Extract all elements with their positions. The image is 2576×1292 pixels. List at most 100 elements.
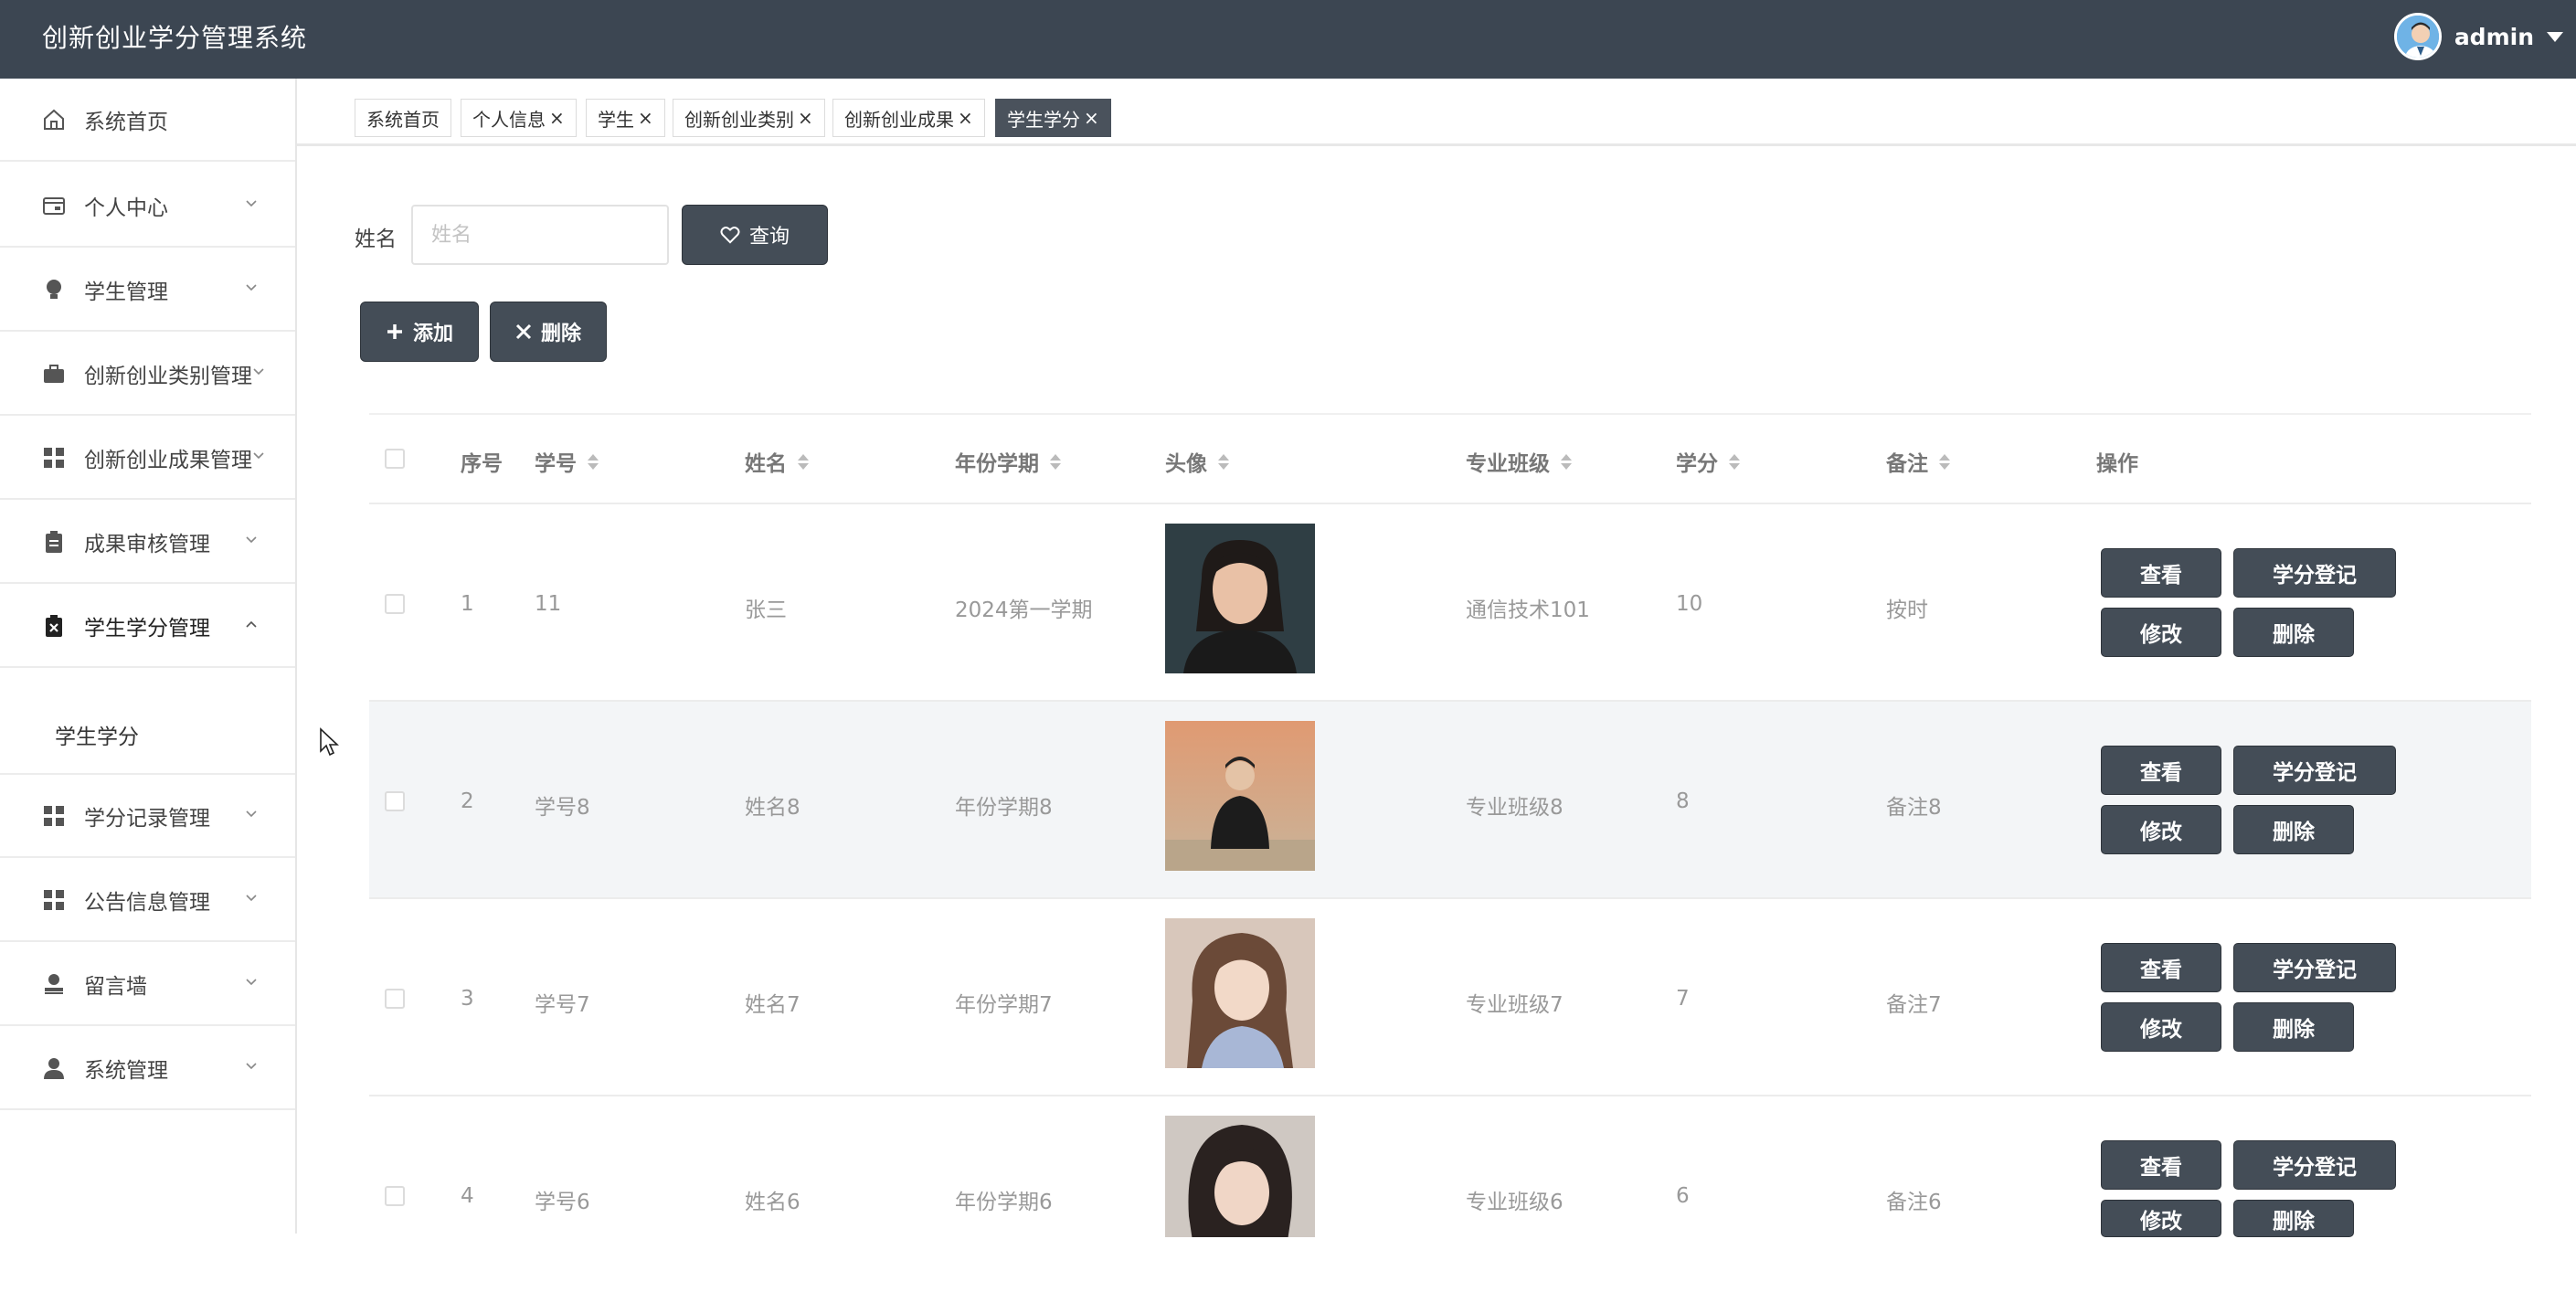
credit-register-button[interactable]: 学分登记 bbox=[2233, 1140, 2396, 1190]
col-term[interactable]: 年份学期 bbox=[955, 446, 1061, 477]
tab-label: 系统首页 bbox=[366, 108, 440, 131]
username[interactable]: admin bbox=[2454, 24, 2534, 50]
table-row: 2 学号8 姓名8 年份学期8 专业班级8 8 备注8 查看 学分登记 修改 删… bbox=[369, 700, 2531, 897]
sort-icon[interactable] bbox=[1050, 453, 1061, 470]
sidebar-item-credit-record[interactable]: 学分记录管理 bbox=[0, 775, 295, 858]
edit-button[interactable]: 修改 bbox=[2101, 1002, 2221, 1052]
view-button[interactable]: 查看 bbox=[2101, 746, 2221, 795]
delete-button[interactable]: 删除 bbox=[2233, 805, 2354, 854]
cell-student-no: 学号8 bbox=[535, 796, 590, 820]
student-photo[interactable] bbox=[1165, 1116, 1315, 1237]
cell-index: 2 bbox=[461, 789, 474, 813]
sidebar-item-system[interactable]: 系统管理 bbox=[0, 1027, 295, 1110]
tab-personal-info[interactable]: 个人信息 × bbox=[461, 99, 577, 137]
cell-class: 通信技术101 bbox=[1466, 598, 1590, 622]
batch-delete-button[interactable]: 删除 bbox=[490, 302, 607, 362]
tab-label: 创新创业成果 bbox=[844, 108, 954, 131]
cell-credit: 10 bbox=[1676, 592, 1703, 616]
edit-button[interactable]: 修改 bbox=[2101, 805, 2221, 854]
sort-icon[interactable] bbox=[798, 453, 809, 470]
search-input[interactable] bbox=[411, 205, 669, 265]
col-student-no[interactable]: 学号 bbox=[535, 446, 599, 477]
sort-icon[interactable] bbox=[1561, 453, 1572, 470]
sidebar-item-home[interactable]: 系统首页 bbox=[0, 79, 295, 162]
tab-label: 个人信息 bbox=[472, 108, 546, 131]
edit-button[interactable]: 修改 bbox=[2101, 1200, 2221, 1237]
clipboard-x-icon bbox=[40, 612, 68, 640]
sidebar-item-review[interactable]: 成果审核管理 bbox=[0, 501, 295, 584]
row-checkbox[interactable] bbox=[385, 594, 405, 614]
close-icon[interactable]: × bbox=[638, 107, 653, 129]
view-button[interactable]: 查看 bbox=[2101, 548, 2221, 598]
sidebar-item-students[interactable]: 学生管理 bbox=[0, 249, 295, 332]
sort-icon[interactable] bbox=[588, 453, 599, 470]
cell-credit: 7 bbox=[1676, 987, 1690, 1011]
view-button[interactable]: 查看 bbox=[2101, 1140, 2221, 1190]
query-button[interactable]: 查询 bbox=[682, 205, 828, 265]
user-icon bbox=[40, 1054, 68, 1082]
sidebar-item-achievement[interactable]: 创新创业成果管理 bbox=[0, 417, 295, 500]
edit-button[interactable]: 修改 bbox=[2101, 608, 2221, 657]
grid-icon bbox=[40, 886, 68, 914]
cell-credit: 6 bbox=[1676, 1184, 1690, 1208]
grid-icon bbox=[40, 444, 68, 471]
sidebar-item-personal[interactable]: 个人中心 bbox=[0, 164, 295, 248]
tab-category[interactable]: 创新创业类别 × bbox=[673, 99, 825, 137]
delete-button[interactable]: 删除 bbox=[2233, 608, 2354, 657]
add-button[interactable]: 添加 bbox=[360, 302, 479, 362]
user-avatar[interactable] bbox=[2393, 13, 2442, 60]
sidebar-item-label: 公告信息管理 bbox=[84, 890, 210, 915]
grid-icon bbox=[40, 802, 68, 830]
tab-bar: 系统首页 个人信息 × 学生 × 创新创业类别 × 创新创业成果 × 学生学分 × bbox=[297, 79, 2576, 146]
cell-class: 专业班级6 bbox=[1466, 1191, 1564, 1214]
sort-icon[interactable] bbox=[1218, 453, 1229, 470]
col-credit[interactable]: 学分 bbox=[1676, 446, 1740, 477]
col-remark[interactable]: 备注 bbox=[1886, 446, 1950, 477]
tab-home[interactable]: 系统首页 bbox=[355, 99, 451, 137]
top-bar: 创新创业学分管理系统 admin bbox=[0, 0, 2576, 79]
student-photo[interactable] bbox=[1165, 524, 1315, 673]
cell-index: 1 bbox=[461, 592, 474, 616]
cell-term: 年份学期7 bbox=[955, 993, 1053, 1017]
student-photo[interactable] bbox=[1165, 721, 1315, 871]
view-button[interactable]: 查看 bbox=[2101, 943, 2221, 992]
delete-button[interactable]: 删除 bbox=[2233, 1200, 2354, 1237]
cell-name: 姓名8 bbox=[745, 796, 800, 820]
close-icon[interactable]: × bbox=[958, 107, 973, 129]
tab-student[interactable]: 学生 × bbox=[586, 99, 665, 137]
row-checkbox[interactable] bbox=[385, 1186, 405, 1206]
sidebar-item-notice[interactable]: 公告信息管理 bbox=[0, 859, 295, 942]
sort-icon[interactable] bbox=[1939, 453, 1950, 470]
col-name[interactable]: 姓名 bbox=[745, 446, 809, 477]
tab-achievement[interactable]: 创新创业成果 × bbox=[832, 99, 985, 137]
row-checkbox[interactable] bbox=[385, 989, 405, 1009]
sidebar-subitem-student-credit[interactable]: 学生学分 bbox=[0, 696, 295, 775]
credit-register-button[interactable]: 学分登记 bbox=[2233, 943, 2396, 992]
student-photo[interactable] bbox=[1165, 918, 1315, 1068]
tab-label: 学生学分 bbox=[1007, 108, 1080, 131]
table-row: 3 学号7 姓名7 年份学期7 专业班级7 7 备注7 查看 学分登记 修改 删… bbox=[369, 897, 2531, 1095]
tab-student-credit[interactable]: 学生学分 × bbox=[995, 99, 1111, 137]
select-all-checkbox[interactable] bbox=[385, 449, 405, 469]
delete-button[interactable]: 删除 bbox=[2233, 1002, 2354, 1052]
bulb-icon bbox=[40, 276, 68, 303]
credit-register-button[interactable]: 学分登记 bbox=[2233, 548, 2396, 598]
sidebar-item-label: 个人中心 bbox=[84, 196, 168, 220]
close-icon[interactable]: × bbox=[798, 107, 813, 129]
sidebar-item-credit[interactable]: 学生学分管理 bbox=[0, 585, 295, 668]
close-icon[interactable]: × bbox=[549, 107, 565, 129]
col-class[interactable]: 专业班级 bbox=[1466, 446, 1572, 477]
chevron-down-icon[interactable] bbox=[2547, 31, 2563, 42]
col-ops: 操作 bbox=[2096, 452, 2138, 476]
col-avatar[interactable]: 头像 bbox=[1165, 446, 1229, 477]
close-icon[interactable]: × bbox=[1084, 107, 1099, 129]
credit-register-button[interactable]: 学分登记 bbox=[2233, 746, 2396, 795]
table-row: 4 学号6 姓名6 年份学期6 专业班级6 6 备注6 查看 学分登记 修改 删… bbox=[369, 1095, 2531, 1292]
sidebar-item-category[interactable]: 创新创业类别管理 bbox=[0, 333, 295, 416]
sidebar-item-message-wall[interactable]: 留言墙 bbox=[0, 943, 295, 1026]
user-menu[interactable]: admin bbox=[2393, 9, 2563, 64]
cell-name: 张三 bbox=[745, 598, 787, 622]
sort-icon[interactable] bbox=[1729, 453, 1740, 470]
cell-remark: 备注8 bbox=[1886, 796, 1942, 820]
row-checkbox[interactable] bbox=[385, 791, 405, 811]
